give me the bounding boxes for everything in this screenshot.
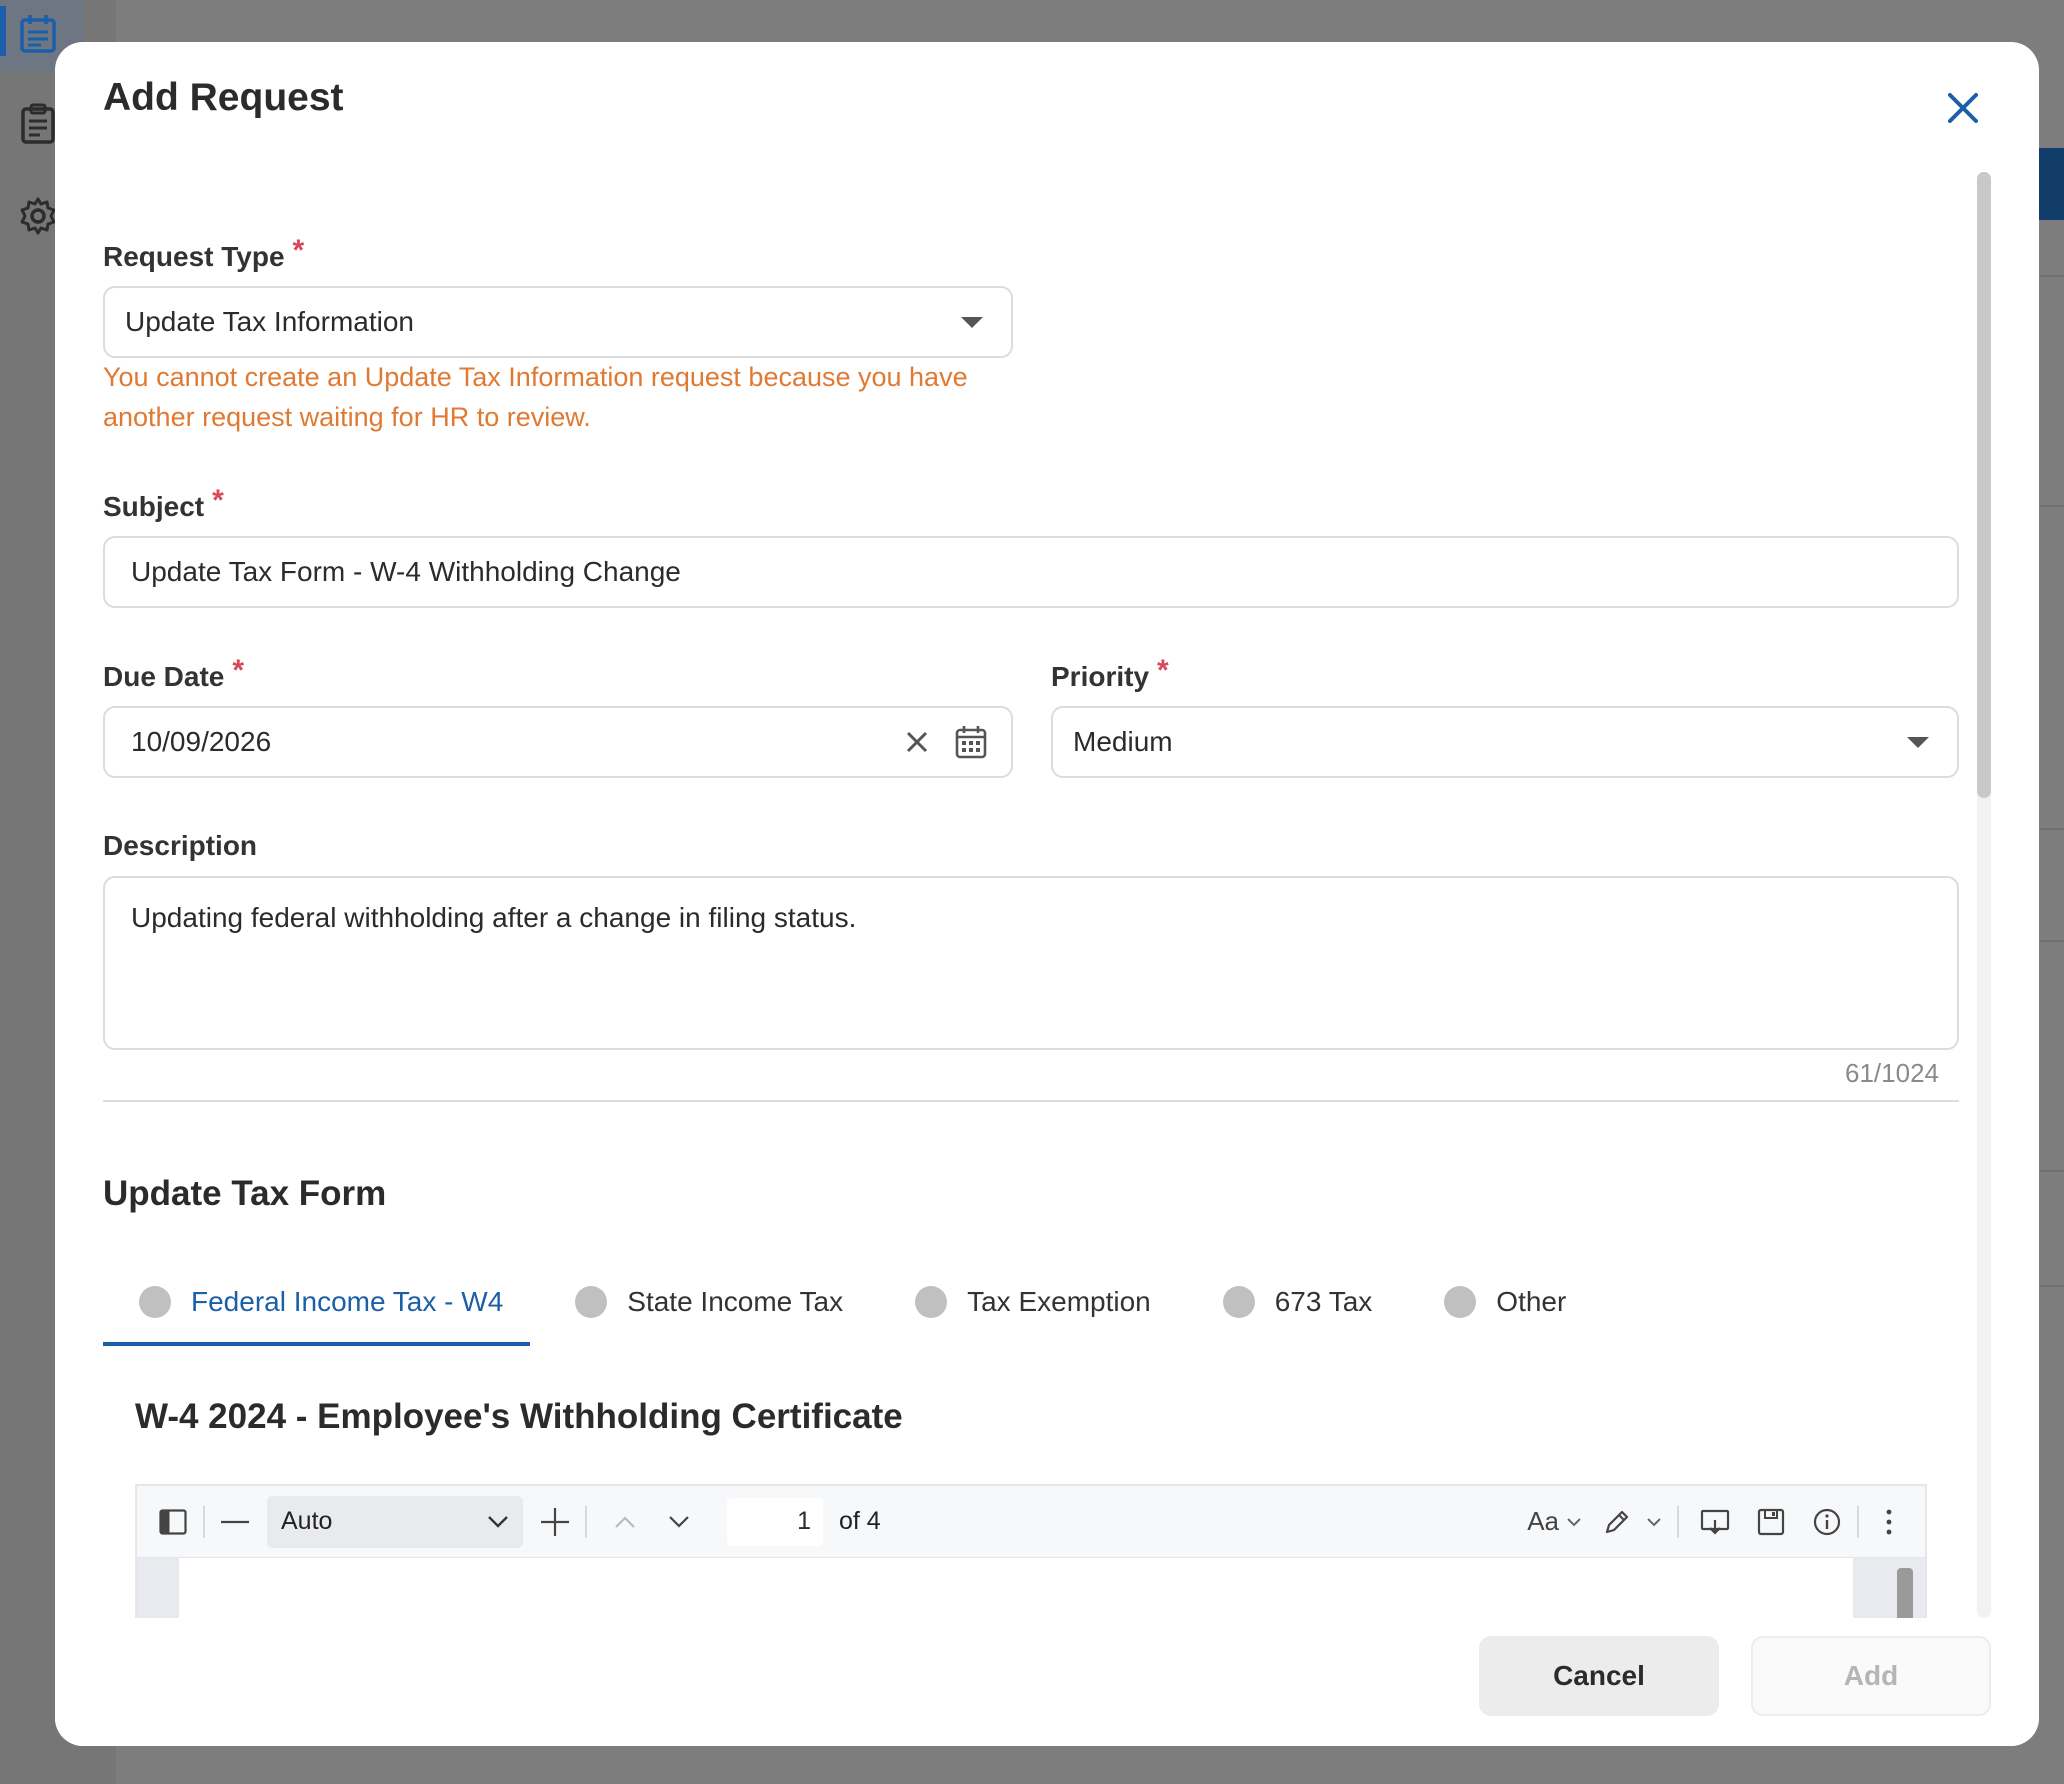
text-tool-label: Aa — [1527, 1506, 1559, 1536]
sidebar-active-indicator — [0, 6, 6, 56]
text-tool-button[interactable]: Aa — [1527, 1500, 1559, 1544]
required-asterisk: * — [292, 234, 305, 267]
subject-value: Update Tax Form - W-4 Withholding Change — [131, 556, 681, 587]
caret-down-icon — [961, 316, 983, 328]
dialog-title: Add Request — [103, 76, 344, 119]
request-type-select[interactable]: Update Tax Information — [103, 286, 1013, 358]
character-counter: 61/1024 — [1845, 1058, 1939, 1088]
pdf-left-gutter — [137, 1558, 179, 1618]
chevron-down-icon — [488, 1515, 508, 1528]
pdf-viewer: Auto 1 of 4 Aa — [135, 1484, 1927, 1618]
draw-pen-icon[interactable] — [1595, 1500, 1639, 1544]
toolbar-separator — [203, 1505, 205, 1538]
add-request-dialog: Add Request Request Type * Update Tax Inf… — [55, 42, 2039, 1746]
background-divider — [2040, 275, 2064, 277]
toolbar-separator — [1857, 1505, 1859, 1538]
clear-icon — [906, 731, 928, 753]
radio-icon — [1444, 1286, 1477, 1318]
pdf-document-area[interactable] — [137, 1558, 1925, 1618]
pdf-toolbar: Auto 1 of 4 Aa — [137, 1486, 1925, 1558]
tab-other[interactable]: Other — [1408, 1262, 1602, 1342]
sidebar-toggle-icon[interactable] — [151, 1500, 195, 1544]
due-date-label: Due Date * — [103, 654, 245, 692]
tab-label: Tax Exemption — [967, 1286, 1151, 1317]
section-divider — [103, 1100, 1959, 1102]
zoom-in-icon[interactable] — [533, 1500, 577, 1544]
background-divider — [2040, 1285, 2064, 1287]
close-icon — [1948, 93, 1978, 123]
next-page-icon[interactable] — [657, 1500, 701, 1544]
tax-form-tabs: Federal Income Tax - W4 State Income Tax… — [103, 1262, 1602, 1348]
pdf-right-gutter — [1853, 1558, 1925, 1618]
tab-state-income-tax[interactable]: State Income Tax — [539, 1262, 879, 1342]
description-textarea[interactable]: Updating federal withholding after a cha… — [103, 876, 1959, 1050]
active-tab-indicator — [103, 1342, 530, 1346]
dialog-footer: Cancel Add — [55, 1618, 2039, 1746]
tab-label: State Income Tax — [627, 1286, 844, 1317]
presentation-icon[interactable] — [1693, 1500, 1737, 1544]
background-divider — [2040, 505, 2064, 507]
zoom-select[interactable]: Auto — [267, 1495, 523, 1548]
calendar-icon[interactable] — [14, 10, 62, 58]
toolbar-separator — [585, 1505, 587, 1538]
required-asterisk: * — [1157, 654, 1169, 687]
dialog-content: Request Type * Update Tax Information You… — [55, 172, 2039, 1618]
radio-icon — [1222, 1286, 1255, 1318]
background-divider — [2040, 828, 2064, 830]
page-total: of 4 — [839, 1507, 881, 1535]
tab-federal-income-tax-w4[interactable]: Federal Income Tax - W4 — [103, 1262, 539, 1342]
description-label: Description — [103, 830, 258, 861]
caret-down-icon — [1907, 736, 1929, 748]
background-divider — [2040, 1170, 2064, 1172]
subject-label: Subject * — [103, 484, 224, 522]
page-number-input[interactable]: 1 — [727, 1497, 823, 1546]
request-type-value: Update Tax Information — [125, 306, 414, 337]
cancel-button[interactable]: Cancel — [1479, 1636, 1719, 1716]
tax-form-section-title: Update Tax Form — [103, 1174, 387, 1213]
calendar-icon — [955, 726, 987, 759]
info-icon[interactable] — [1805, 1500, 1849, 1544]
save-icon[interactable] — [1749, 1500, 1793, 1544]
tab-tax-exemption[interactable]: Tax Exemption — [879, 1262, 1187, 1342]
request-type-warning: You cannot create an Update Tax Informat… — [103, 362, 968, 432]
previous-page-icon[interactable] — [603, 1500, 647, 1544]
clear-date-button[interactable] — [897, 722, 937, 762]
background-divider — [2040, 940, 2064, 942]
tab-label: 673 Tax — [1274, 1286, 1373, 1317]
tab-673-tax[interactable]: 673 Tax — [1187, 1262, 1409, 1342]
required-asterisk: * — [212, 484, 224, 517]
pdf-scrollbar-thumb[interactable] — [1897, 1568, 1913, 1618]
priority-label: Priority * — [1051, 654, 1169, 692]
description-value: Updating federal withholding after a cha… — [131, 902, 857, 933]
toolbar-separator — [1677, 1505, 1679, 1538]
document-title: W-4 2024 - Employee's Withholding Certif… — [135, 1397, 903, 1436]
chevron-down-icon[interactable] — [1639, 1500, 1669, 1544]
due-date-value: 10/09/2026 — [131, 726, 272, 757]
priority-value: Medium — [1073, 726, 1173, 757]
add-button[interactable]: Add — [1751, 1636, 1991, 1716]
request-type-label: Request Type * — [103, 234, 305, 272]
radio-icon — [139, 1286, 171, 1318]
chevron-down-icon[interactable] — [1559, 1500, 1589, 1544]
close-button[interactable] — [1935, 80, 1991, 136]
tab-label: Federal Income Tax - W4 — [191, 1286, 504, 1317]
due-date-input[interactable]: 10/09/2026 — [103, 706, 1013, 778]
required-asterisk: * — [232, 654, 245, 687]
more-options-icon[interactable] — [1867, 1500, 1911, 1544]
open-calendar-button[interactable] — [949, 720, 993, 764]
priority-select[interactable]: Medium — [1051, 706, 1959, 778]
radio-icon — [575, 1286, 608, 1318]
zoom-value: Auto — [281, 1507, 333, 1535]
zoom-out-icon[interactable] — [213, 1500, 257, 1544]
tab-label: Other — [1496, 1286, 1567, 1317]
subject-input[interactable]: Update Tax Form - W-4 Withholding Change — [103, 536, 1959, 608]
radio-icon — [915, 1286, 948, 1318]
